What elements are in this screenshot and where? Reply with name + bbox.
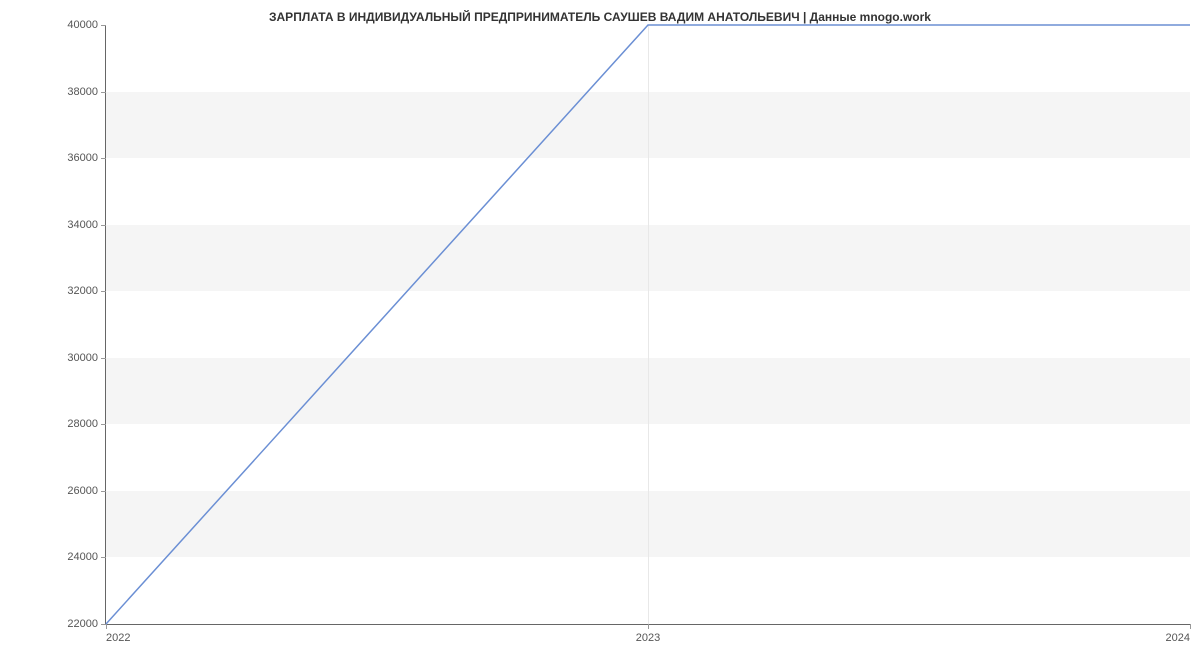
y-tick-label: 26000 (67, 485, 98, 497)
x-tick-mark (1190, 624, 1191, 629)
y-tick-label: 30000 (67, 352, 98, 364)
chart-area: 2200024000260002800030000320003400036000… (105, 25, 1190, 625)
y-tick-label: 28000 (67, 418, 98, 430)
y-tick-label: 22000 (67, 618, 98, 630)
y-tick-label: 38000 (67, 86, 98, 98)
plot-area: 2200024000260002800030000320003400036000… (105, 25, 1190, 625)
y-tick-label: 40000 (67, 19, 98, 31)
x-tick-label: 2024 (1166, 632, 1190, 644)
x-tick-mark (648, 624, 649, 629)
x-tick-label: 2022 (106, 632, 130, 644)
y-tick-label: 32000 (67, 285, 98, 297)
chart-line (106, 25, 1190, 624)
x-tick-label: 2023 (636, 632, 660, 644)
chart-title: ЗАРПЛАТА В ИНДИВИДУАЛЬНЫЙ ПРЕДПРИНИМАТЕЛ… (0, 10, 1200, 24)
x-tick-mark (106, 624, 107, 629)
y-tick-label: 24000 (67, 551, 98, 563)
y-tick-label: 34000 (67, 219, 98, 231)
y-tick-label: 36000 (67, 152, 98, 164)
